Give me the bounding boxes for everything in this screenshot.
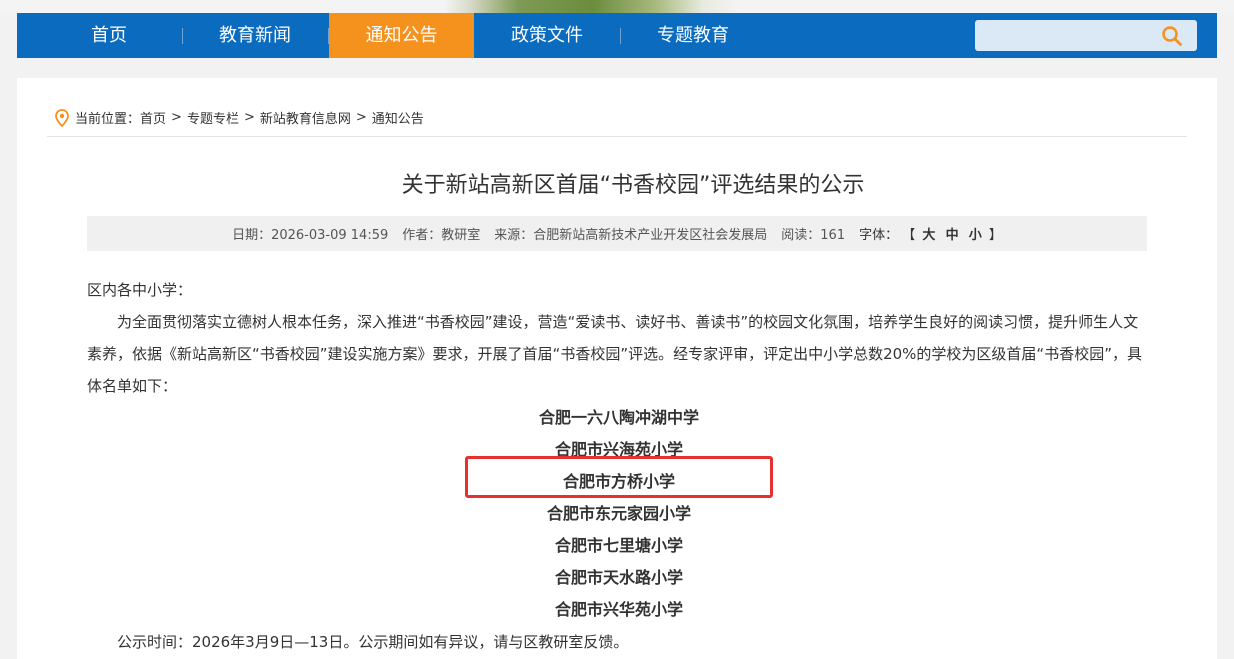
article-meta: 日期：2026-03-09 14:59 作者：教研室 来源：合肥新站高新技术产业… bbox=[87, 216, 1147, 251]
breadcrumb-prefix: 当前位置： bbox=[75, 112, 141, 127]
breadcrumb-special-column[interactable]: 专题专栏 bbox=[187, 108, 239, 127]
meta-source: 来源：合肥新站高新技术产业开发区社会发展局 bbox=[494, 228, 768, 243]
article-paragraph: 为全面贯彻落实立德树人根本任务，深入推进“书香校园”建设，营造“爱读书、读好书、… bbox=[87, 313, 1142, 395]
meta-author: 作者：教研室 bbox=[402, 228, 481, 243]
meta-date: 日期：2026-03-09 14:59 bbox=[232, 228, 389, 243]
header-banner bbox=[0, 0, 1234, 13]
nav-item-notices[interactable]: 通知公告 bbox=[329, 13, 474, 58]
breadcrumb-separator: > bbox=[243, 110, 255, 125]
nav-divider bbox=[620, 28, 621, 44]
nav-item-policy-docs[interactable]: 政策文件 bbox=[497, 13, 597, 58]
search-input[interactable] bbox=[983, 25, 1157, 47]
breadcrumb-home[interactable]: 首页 bbox=[140, 108, 166, 127]
breadcrumb-separator: > bbox=[355, 110, 367, 125]
school-list-item: 合肥一六八陶冲湖中学 bbox=[538, 408, 699, 427]
meta-reads: 阅读：161 bbox=[781, 228, 846, 243]
article-footer-note: 公示时间：2026年3月9日—13日。公示期间如有异议，请与区教研室反馈。 bbox=[117, 633, 629, 651]
nav-item-education-news[interactable]: 教育新闻 bbox=[205, 13, 305, 58]
content-panel: 当前位置： 首页 > 专题专栏 > 新站教育信息网 > 通知公告 关于新站高新区… bbox=[17, 78, 1217, 659]
nav-item-home[interactable]: 首页 bbox=[67, 13, 151, 58]
font-size-large[interactable]: 大 bbox=[922, 228, 935, 243]
location-pin-icon bbox=[55, 108, 69, 127]
search-icon[interactable] bbox=[1161, 25, 1183, 47]
article-salutation: 区内各中小学： bbox=[87, 281, 193, 299]
font-size-control: 字体： 【 大 中 小 】 bbox=[859, 224, 1002, 243]
nav-divider bbox=[182, 28, 183, 44]
school-list-item: 合肥市东元家园小学 bbox=[546, 504, 691, 523]
search-box bbox=[975, 20, 1197, 51]
breadcrumb-notices[interactable]: 通知公告 bbox=[372, 108, 424, 127]
article-title: 关于新站高新区首届“书香校园”评选结果的公示 bbox=[401, 173, 865, 198]
school-list-item: 合肥市天水路小学 bbox=[554, 568, 683, 587]
breadcrumb-separator: > bbox=[171, 110, 182, 125]
font-size-medium[interactable]: 中 bbox=[946, 228, 959, 243]
breadcrumb-divider bbox=[47, 136, 1187, 137]
main-nav: 首页 教育新闻 通知公告 政策文件 专题教育 bbox=[17, 13, 1217, 58]
school-list-item: 合肥市七里塘小学 bbox=[554, 536, 683, 555]
breadcrumb-xinzhan-edu-site[interactable]: 新站教育信息网 bbox=[260, 108, 351, 127]
font-size-small[interactable]: 小 bbox=[969, 228, 982, 243]
highlight-box bbox=[465, 456, 773, 498]
breadcrumb: 当前位置： 首页 > 专题专栏 > 新站教育信息网 > 通知公告 bbox=[55, 108, 424, 127]
font-size-bracket-open: 【 bbox=[902, 228, 916, 243]
font-size-bracket-close: 】 bbox=[988, 228, 1002, 243]
font-size-label: 字体： bbox=[859, 228, 899, 243]
nav-item-special-education[interactable]: 专题教育 bbox=[643, 13, 743, 58]
school-list-item: 合肥市兴华苑小学 bbox=[554, 600, 683, 619]
